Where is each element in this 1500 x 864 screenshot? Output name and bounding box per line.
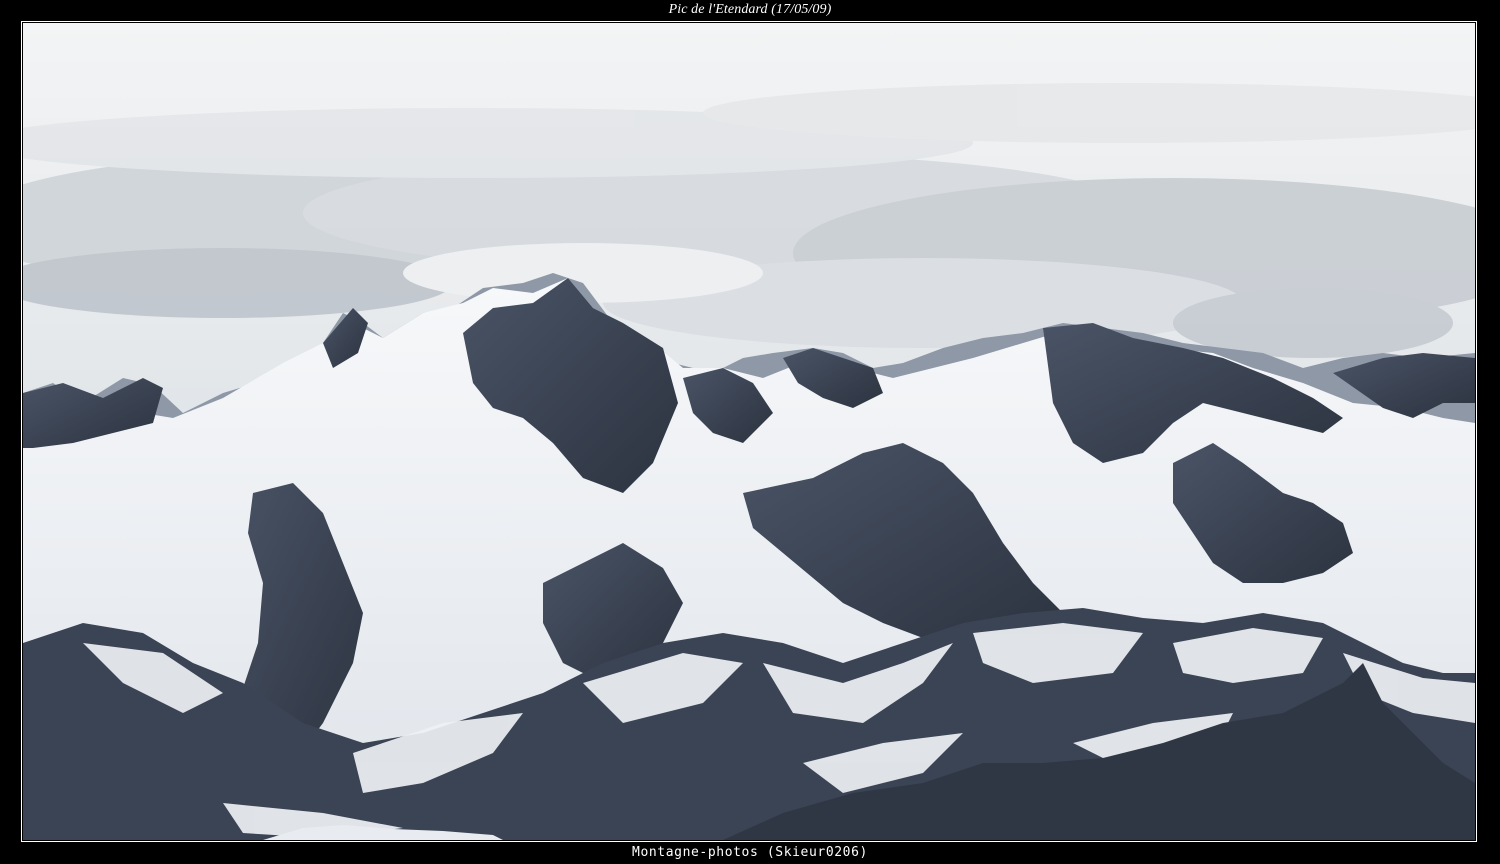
photo-border [21, 21, 1477, 842]
mountain-landscape-photo [23, 23, 1475, 840]
photo-title: Pic de l'Etendard (17/05/09) [668, 2, 832, 17]
photo-credit: Montagne-photos (Skieur0206) [632, 845, 868, 860]
photo-frame: Pic de l'Etendard (17/05/09) Montagne-ph… [0, 0, 1500, 864]
clouds [23, 83, 1475, 358]
